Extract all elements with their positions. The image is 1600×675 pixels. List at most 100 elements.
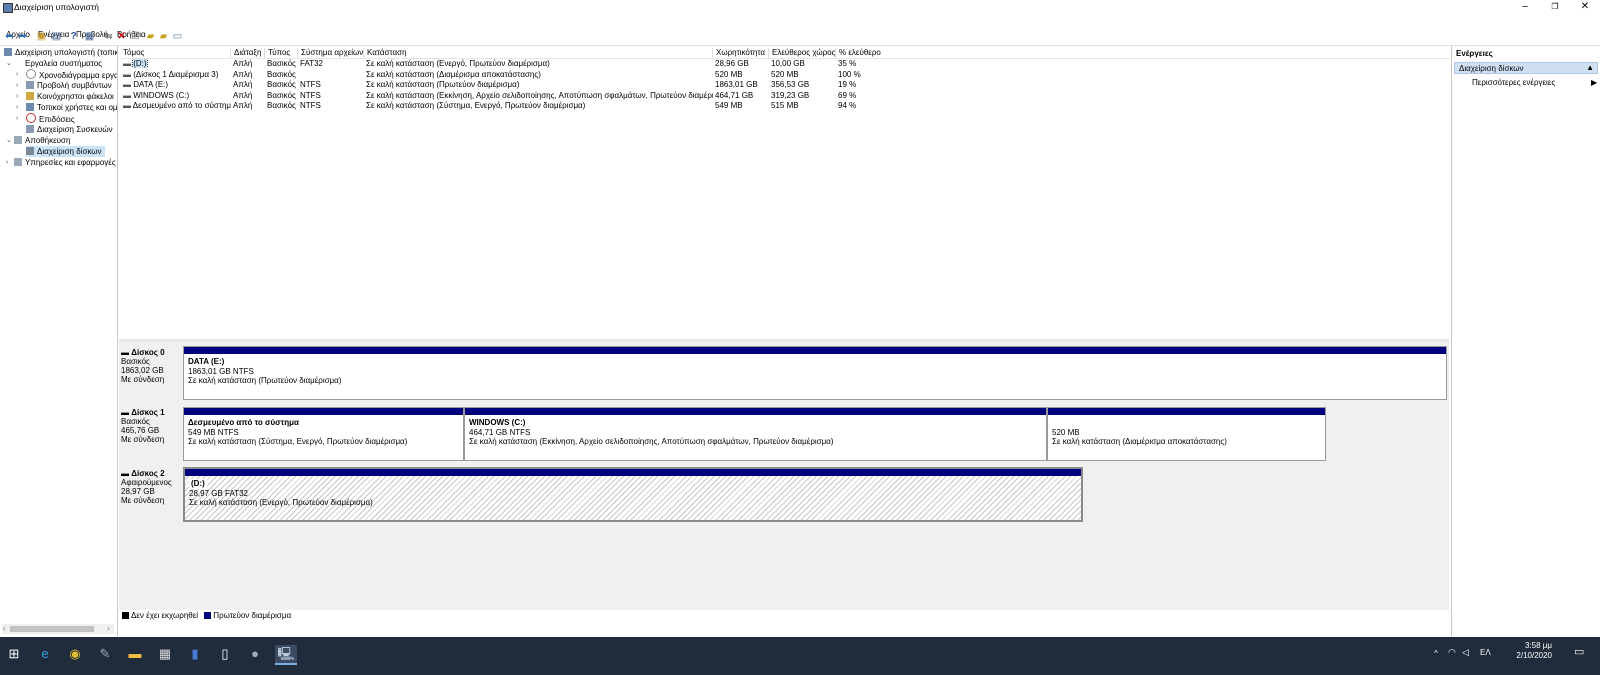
- notifications-icon[interactable]: ▭: [1574, 645, 1584, 658]
- minimize-button[interactable]: –: [1510, 0, 1540, 14]
- volume-row[interactable]: ▬ WINDOWS (C:) Απλή Βασικός NTFS Σε καλή κατ…: [119, 91, 1449, 102]
- tree-item-local-users[interactable]: › Τοπικοί χρήστες και ομ: [16, 102, 117, 113]
- chevron-right-icon[interactable]: ›: [16, 69, 18, 80]
- volume-row[interactable]: ▬ Δεσμευμένο από το σύστημα Απλή Βασικός NT…: [119, 101, 1449, 112]
- list-view-icon[interactable]: ▭: [172, 31, 183, 42]
- document-app-icon[interactable]: ▯: [216, 645, 234, 663]
- performance-icon: [26, 113, 36, 123]
- volume-icon: ▬: [123, 101, 133, 110]
- disk-1-header[interactable]: ▬ Δίσκος 1 Βασικός 465,76 GB Με σύνδεση: [121, 408, 181, 460]
- column-type[interactable]: Τύπος: [264, 48, 298, 58]
- actions-section-disk-management[interactable]: Διαχείριση δίσκων ▲: [1454, 62, 1598, 74]
- tree-item-label: Χρονοδιάγραμμα εργασ: [39, 71, 118, 80]
- volume-icon: ▬: [123, 90, 134, 100]
- partition-d-removable[interactable]: (D:) 28,97 GB FAT32 Σε καλή κατάσταση (Ενε…: [183, 467, 1083, 522]
- column-status[interactable]: Κατάσταση: [363, 48, 712, 58]
- tree-item-shared-folders[interactable]: › Κοινόχρηστοι φάκελοι: [16, 91, 114, 102]
- chevron-right-icon[interactable]: ›: [16, 91, 18, 102]
- tree-item-label: Διαχείριση δίσκων: [37, 147, 102, 156]
- volume-cell: NTFS: [300, 90, 321, 100]
- volume-row[interactable]: ▬ (D:) Απλή Βασικός FAT32 Σε καλή κατάσταση …: [119, 59, 1449, 70]
- restore-button[interactable]: ❐: [1540, 0, 1570, 14]
- collapse-icon[interactable]: ▲: [1586, 63, 1594, 72]
- volume-cell: Απλή: [233, 80, 253, 89]
- volume-cell: NTFS: [300, 80, 321, 89]
- start-windows-icon[interactable]: ⊞: [5, 645, 23, 663]
- taskbar-clock[interactable]: 3:58 μμ 2/10/2020: [1516, 641, 1552, 661]
- more-actions-link[interactable]: Περισσότερες ενέργειες: [1472, 78, 1555, 87]
- chevron-up-icon[interactable]: ^: [1434, 649, 1438, 658]
- partition-status: Σε καλή κατάσταση (Σύστημα, Ενεργό, Πρωτ…: [188, 437, 408, 446]
- help-icon[interactable]: ?: [68, 31, 79, 42]
- properties-icon[interactable]: ☑: [130, 31, 141, 42]
- column-free-space[interactable]: Ελεύθερος χώρος: [768, 48, 835, 58]
- volume-cell: 69 %: [838, 90, 857, 100]
- volume-row[interactable]: ▬ DATA (E:) Απλή Βασικός NTFS Σε καλή κατάστ…: [119, 80, 1449, 91]
- tree-item-computer-management[interactable]: Διαχείριση υπολογιστή (τοπικ: [4, 47, 117, 58]
- delete-icon[interactable]: ✕: [116, 31, 127, 42]
- tree-item-services-applications[interactable]: › Υπηρεσίες και εφαρμογές: [6, 157, 116, 168]
- up-folder-icon[interactable]: ▣: [36, 31, 47, 42]
- tree-item-device-manager[interactable]: Διαχείριση Συσκευών: [26, 124, 113, 135]
- computer-management-taskbar-icon[interactable]: 🖳: [275, 645, 297, 665]
- notepad-app-icon[interactable]: ✎: [96, 645, 114, 663]
- disk-name: Δίσκος 0: [131, 348, 165, 357]
- chevron-right-icon[interactable]: ▶: [1591, 78, 1597, 87]
- disk-status: Με σύνδεση: [121, 375, 165, 384]
- chevron-right-icon[interactable]: ›: [16, 102, 18, 113]
- volume-cell: Σε καλή κατάσταση (Ενεργό, Πρωτεύον διαμ…: [366, 59, 550, 68]
- office-app-icon[interactable]: ▮: [186, 645, 204, 663]
- scrollbar-thumb[interactable]: [10, 626, 94, 632]
- disk-name: Δίσκος 1: [131, 408, 165, 417]
- volume-row[interactable]: ▬ (Δίσκος 1 Διαμέρισμα 3) Απλή Βασικός Σε κ…: [119, 70, 1449, 81]
- column-file-system[interactable]: Σύστημα αρχείων: [297, 48, 363, 58]
- tree-item-event-viewer[interactable]: › Προβολή συμβάντων: [16, 80, 112, 91]
- forward-icon[interactable]: ➡: [17, 31, 28, 42]
- volume-cell: Σε καλή κατάσταση (Διαμέρισμα αποκατάστα…: [366, 69, 541, 79]
- tree-item-task-scheduler[interactable]: › Χρονοδιάγραμμα εργασ: [16, 69, 118, 80]
- file-explorer-icon[interactable]: ▬: [126, 645, 144, 663]
- connect-icon[interactable]: ⇋: [103, 31, 114, 42]
- network-icon[interactable]: ◠: [1448, 647, 1456, 658]
- chevron-right-icon[interactable]: ›: [6, 157, 8, 168]
- volume-cell: Σε καλή κατάσταση (Εκκίνηση, Αρχείο σελι…: [366, 90, 713, 100]
- partition-data-e[interactable]: DATA (E:) 1863,01 GB NTFS Σε καλή κατάστασ…: [183, 346, 1447, 400]
- column-volume[interactable]: Τόμος: [120, 48, 229, 58]
- volume-name: (Δίσκος 1 Διαμέρισμα 3): [133, 69, 219, 79]
- column-layout[interactable]: Διάταξη: [230, 48, 264, 58]
- volume-cell: 94 %: [838, 101, 857, 110]
- menu-bar: Αρχείο Ενέργεια Προβολή Βοήθεια: [0, 14, 1600, 39]
- column-capacity[interactable]: Χωρητικότητα: [712, 48, 768, 58]
- scroll-left-icon[interactable]: ‹: [3, 624, 6, 633]
- language-indicator[interactable]: ΕΛ: [1480, 648, 1491, 657]
- tree-item-storage[interactable]: ⌄ Αποθήκευση: [6, 135, 70, 146]
- partition-system-reserved[interactable]: Δεσμευμένο από το σύστημα 549 MB NTFS Σε κ…: [183, 407, 464, 461]
- back-icon[interactable]: ⬅: [4, 31, 15, 42]
- scroll-right-icon[interactable]: ›: [107, 624, 110, 633]
- tree-item-label: Εργαλεία συστήματος: [25, 59, 103, 68]
- tree-item-disk-management[interactable]: Διαχείριση δίσκων: [26, 146, 105, 157]
- services-icon: [14, 158, 22, 166]
- chevron-right-icon[interactable]: ›: [16, 80, 18, 91]
- legend-primary-swatch: [204, 612, 212, 619]
- close-button[interactable]: ✕: [1570, 0, 1600, 14]
- chrome-icon[interactable]: ◉: [66, 645, 84, 663]
- chevron-down-icon[interactable]: ⌄: [6, 58, 12, 69]
- media-app-icon[interactable]: ▦: [156, 645, 174, 663]
- column-percent-free[interactable]: % ελεύθερο: [835, 48, 889, 58]
- chevron-right-icon[interactable]: ›: [16, 113, 18, 124]
- tree-item-system-tools[interactable]: ⌄ Εργαλεία συστήματος: [6, 58, 102, 69]
- folder-search-icon[interactable]: ▰: [158, 31, 169, 42]
- edge-icon[interactable]: e: [36, 645, 54, 663]
- show-hide-icon[interactable]: ▦: [84, 31, 95, 42]
- chevron-down-icon[interactable]: ⌄: [6, 135, 12, 146]
- disk-2-header[interactable]: ▬ Δίσκος 2 Αφαιρούμενος 28,97 GB Με σύνδ…: [121, 469, 181, 521]
- disk-0-header[interactable]: ▬ Δίσκος 0 Βασικός 1863,02 GB Με σύνδεση: [121, 348, 181, 400]
- partition-recovery[interactable]: 520 MB Σε καλή κατάσταση (Διαμέρισμα αποκ…: [1047, 407, 1326, 461]
- tree-item-performance[interactable]: › Επιδόσεις: [16, 113, 75, 124]
- partition-windows-c[interactable]: WINDOWS (C:) 464,71 GB NTFS Σε καλή κατάστ…: [464, 407, 1047, 461]
- console-tree-icon[interactable]: ▤: [51, 31, 62, 42]
- settings-app-icon[interactable]: ●: [246, 645, 264, 663]
- volume-icon[interactable]: ◁: [1462, 647, 1469, 658]
- folder-new-icon[interactable]: ▰: [145, 31, 156, 42]
